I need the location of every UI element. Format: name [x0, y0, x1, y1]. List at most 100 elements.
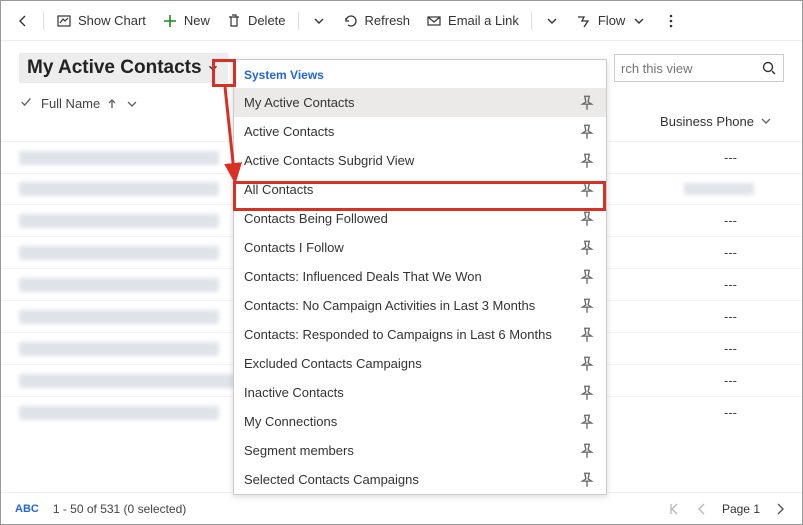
view-option[interactable]: Contacts Being Followed [234, 204, 606, 233]
plus-icon [162, 13, 178, 29]
search-box[interactable] [614, 54, 784, 82]
view-option-label: Excluded Contacts Campaigns [244, 356, 422, 371]
business-phone-cell: --- [724, 213, 784, 228]
view-option-label: Active Contacts [244, 124, 334, 139]
contact-name-cell [19, 342, 219, 356]
status-bar: ABC 1 - 50 of 531 (0 selected) Page 1 [1, 492, 802, 524]
select-all-check[interactable] [19, 95, 35, 112]
separator [531, 12, 532, 30]
view-option-label: Contacts: Responded to Campaigns in Last… [244, 327, 552, 342]
toolbar: Show Chart New Delete Refresh Email a Li… [1, 1, 802, 41]
back-button[interactable] [7, 9, 39, 33]
pin-icon[interactable] [578, 357, 596, 371]
chevron-down-icon[interactable] [758, 113, 774, 129]
view-option-label: Inactive Contacts [244, 385, 344, 400]
next-page-icon[interactable] [772, 501, 788, 517]
view-option[interactable]: Contacts: Responded to Campaigns in Last… [234, 320, 606, 349]
pin-icon[interactable] [578, 125, 596, 139]
record-count: 1 - 50 of 531 (0 selected) [53, 502, 186, 516]
view-option[interactable]: All Contacts [234, 175, 606, 204]
search-input[interactable] [621, 61, 761, 76]
envelope-icon [426, 13, 442, 29]
view-option[interactable]: Contacts I Follow [234, 233, 606, 262]
refresh-label: Refresh [365, 13, 411, 28]
pager: Page 1 [666, 501, 788, 517]
view-option[interactable]: Active Contacts Subgrid View [234, 146, 606, 175]
pin-icon[interactable] [578, 270, 596, 284]
view-option-label: My Connections [244, 414, 337, 429]
contact-name-cell [19, 310, 219, 324]
col-full-name-label: Full Name [41, 96, 100, 111]
view-option[interactable]: My Active Contacts [234, 88, 606, 117]
sort-asc-icon [104, 96, 120, 112]
first-page-icon[interactable] [666, 501, 682, 517]
view-option[interactable]: Segment members [234, 436, 606, 465]
dropdown-section-header: System Views [234, 60, 606, 88]
refresh-button[interactable]: Refresh [335, 9, 419, 33]
separator [298, 12, 299, 30]
chevron-down-icon [544, 13, 560, 29]
view-option-label: My Active Contacts [244, 95, 355, 110]
view-option[interactable]: Contacts: No Campaign Activities in Last… [234, 291, 606, 320]
view-option[interactable]: Contacts: Influenced Deals That We Won [234, 262, 606, 291]
contact-name-cell [19, 151, 219, 165]
email-split-button[interactable] [536, 9, 568, 33]
business-phone-cell: --- [724, 405, 784, 420]
new-label: New [184, 13, 210, 28]
view-option-label: Selected Contacts Campaigns [244, 472, 419, 487]
view-option-label: Active Contacts Subgrid View [244, 153, 414, 168]
business-phone-cell [684, 183, 754, 195]
business-phone-cell: --- [724, 309, 784, 324]
pin-icon[interactable] [578, 241, 596, 255]
delete-label: Delete [248, 13, 286, 28]
view-option[interactable]: Excluded Contacts Campaigns [234, 349, 606, 378]
pin-icon[interactable] [578, 415, 596, 429]
view-title: My Active Contacts [27, 57, 202, 79]
pin-icon[interactable] [578, 444, 596, 458]
view-option-label: Contacts: No Campaign Activities in Last… [244, 298, 535, 313]
new-button[interactable]: New [154, 9, 218, 33]
pin-icon[interactable] [578, 299, 596, 313]
business-phone-cell: --- [724, 245, 784, 260]
contact-name-cell [19, 182, 219, 196]
col-full-name[interactable]: Full Name [41, 96, 140, 112]
pin-icon[interactable] [578, 183, 596, 197]
business-phone-cell: --- [724, 150, 784, 165]
pin-icon[interactable] [578, 386, 596, 400]
view-option[interactable]: Selected Contacts Campaigns [234, 465, 606, 494]
trash-icon [226, 13, 242, 29]
prev-page-icon[interactable] [694, 501, 710, 517]
pin-icon[interactable] [578, 154, 596, 168]
delete-split-button[interactable] [303, 9, 335, 33]
view-dropdown: System Views My Active Contacts Active Co… [233, 59, 607, 495]
email-label: Email a Link [448, 13, 519, 28]
col-business-phone[interactable]: Business Phone [660, 113, 774, 129]
view-option[interactable]: Active Contacts [234, 117, 606, 146]
page-label: Page 1 [722, 502, 760, 516]
view-selector[interactable]: My Active Contacts [19, 53, 228, 83]
pin-icon[interactable] [578, 328, 596, 342]
view-option-label: All Contacts [244, 182, 313, 197]
contact-name-cell [19, 406, 219, 420]
business-phone-cell: --- [724, 373, 784, 388]
email-link-button[interactable]: Email a Link [418, 9, 527, 33]
view-option[interactable]: Inactive Contacts [234, 378, 606, 407]
chevron-down-icon[interactable] [124, 96, 140, 112]
col-business-phone-label: Business Phone [660, 114, 754, 129]
delete-button[interactable]: Delete [218, 9, 294, 33]
show-chart-button[interactable]: Show Chart [48, 9, 154, 33]
flow-icon [576, 13, 592, 29]
view-selector-chevron[interactable] [202, 55, 224, 81]
business-phone-cell: --- [724, 341, 784, 356]
overflow-button[interactable] [655, 9, 687, 33]
chevron-down-icon [631, 13, 647, 29]
more-vertical-icon [663, 13, 679, 29]
pin-icon[interactable] [578, 96, 596, 110]
back-icon [15, 13, 31, 29]
view-option[interactable]: My Connections [234, 407, 606, 436]
abc-jump[interactable]: ABC [15, 503, 39, 515]
pin-icon[interactable] [578, 473, 596, 487]
pin-icon[interactable] [578, 212, 596, 226]
search-icon[interactable] [761, 60, 777, 76]
flow-button[interactable]: Flow [568, 9, 655, 33]
